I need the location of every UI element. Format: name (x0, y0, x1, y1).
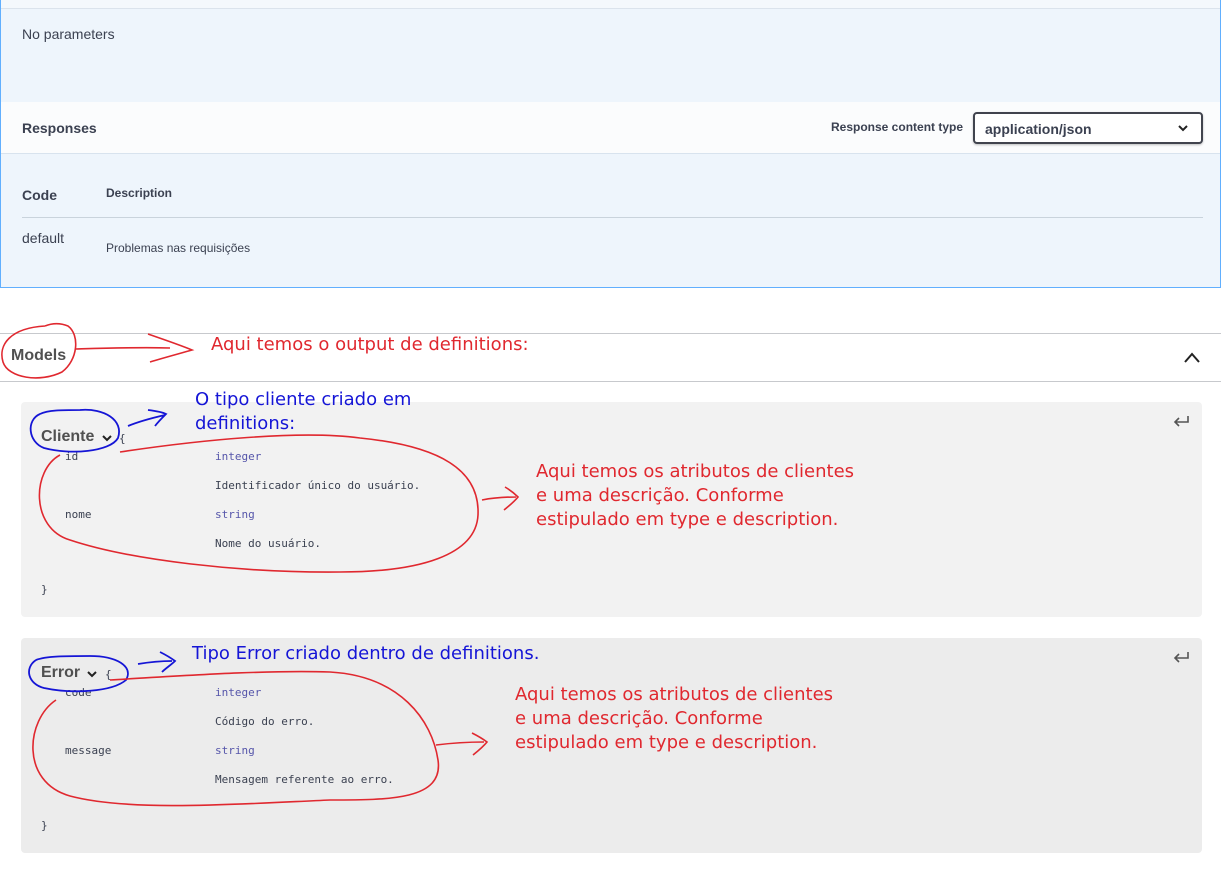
response-content-type-select[interactable]: application/json (973, 112, 1203, 144)
annotation-cliente-attrs-line-1: Aqui temos os atributos de clientes (536, 461, 855, 482)
no-parameters-text: No parameters (22, 26, 115, 42)
annotation-error-attrs-line-1: Aqui temos os atributos de clientes (515, 684, 834, 705)
code-column-header: Code (22, 187, 57, 203)
property-name: nome (65, 508, 92, 521)
responses-header: Responses Response content type applicat… (1, 102, 1220, 154)
return-icon[interactable] (1172, 414, 1190, 428)
model-name-cliente[interactable]: Cliente (41, 428, 94, 446)
chevron-down-icon (1178, 125, 1188, 132)
chevron-up-icon[interactable] (1182, 348, 1202, 368)
return-icon[interactable] (1172, 650, 1190, 664)
operation-panel: No parameters Responses Response content… (0, 0, 1221, 288)
property-name: code (65, 686, 92, 699)
close-brace: } (41, 583, 48, 596)
description-column-header: Description (106, 186, 173, 200)
property-name: id (65, 450, 79, 463)
model-name-error[interactable]: Error (41, 664, 80, 682)
property-type: string (215, 744, 255, 757)
annotation-error-type-note: Tipo Error criado dentro de definitions. (192, 643, 540, 664)
annotation-error-attrs-line-2: e uma descrição. Conforme (515, 708, 763, 729)
annotation-models-note: Aqui temos o output de definitions: (211, 334, 529, 355)
chevron-down-icon[interactable] (86, 668, 98, 680)
response-description: Problemas nas requisições (106, 241, 251, 255)
models-section-header[interactable]: Models (0, 333, 1221, 382)
panel-top-edge (1, 0, 1220, 9)
property-type: string (215, 508, 255, 521)
response-content-type-value: application/json (985, 121, 1092, 137)
property-description: Código do erro. (215, 715, 315, 728)
property-type: integer (215, 686, 262, 699)
open-brace: { (119, 432, 126, 445)
property-description: Nome do usuário. (215, 537, 321, 550)
close-brace: } (41, 819, 48, 832)
annotation-cliente-type-line-1: O tipo cliente criado em (195, 389, 412, 410)
response-code: default (22, 230, 65, 246)
chevron-down-icon[interactable] (101, 432, 113, 444)
response-content-type-label: Response content type (831, 120, 964, 134)
annotation-cliente-attrs-line-3: estipulado em type e description. (536, 509, 839, 530)
annotation-cliente-attrs-line-2: e uma descrição. Conforme (536, 485, 784, 506)
responses-title: Responses (22, 120, 97, 136)
table-divider (22, 217, 1203, 218)
annotation-error-attrs-line-3: estipulado em type e description. (515, 732, 818, 753)
property-description: Identificador único do usuário. (215, 479, 421, 492)
models-title: Models (11, 347, 67, 364)
annotation-cliente-type-line-2: definitions: (195, 413, 296, 434)
open-brace: { (105, 668, 112, 681)
property-type: integer (215, 450, 262, 463)
property-name: message (65, 744, 112, 757)
property-description: Mensagem referente ao erro. (215, 773, 394, 786)
